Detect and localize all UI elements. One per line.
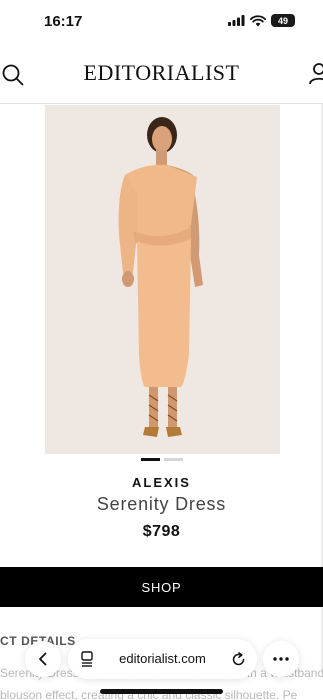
- product-name: Serenity Dress: [96, 494, 227, 514]
- shop-button[interactable]: SHOP: [0, 567, 323, 607]
- reload-icon: [232, 651, 244, 665]
- more-icon: [273, 657, 289, 661]
- back-button[interactable]: [25, 641, 61, 677]
- more-button[interactable]: [263, 641, 299, 677]
- dress-photo: [45, 105, 280, 454]
- status-icons: 49: [228, 14, 295, 27]
- account-button[interactable]: [307, 62, 323, 88]
- carousel-dot-2[interactable]: [163, 458, 183, 461]
- reload-button[interactable]: [227, 648, 249, 670]
- product-price: $798: [142, 523, 181, 540]
- signal-icon: [228, 15, 245, 26]
- status-bar: 16:17 49: [0, 0, 323, 44]
- tabs-icon: [81, 651, 93, 667]
- home-indicator: [100, 689, 223, 694]
- account-icon: [309, 63, 323, 85]
- tabs-button[interactable]: [76, 648, 98, 670]
- carousel-dots: [0, 458, 323, 461]
- browser-toolbar: editorialist.com: [0, 633, 323, 685]
- carousel-dot-1[interactable]: [140, 458, 160, 461]
- product-image[interactable]: [45, 105, 280, 454]
- address-bar[interactable]: editorialist.com: [68, 639, 257, 679]
- status-time: 16:17: [44, 13, 83, 30]
- site-header: EDITORIALIST: [0, 44, 323, 104]
- back-icon: [39, 652, 47, 666]
- wifi-icon: [250, 14, 266, 26]
- url-text[interactable]: editorialist.com: [102, 651, 223, 666]
- battery-icon: 49: [271, 14, 295, 27]
- product-brand[interactable]: ALEXIS: [0, 475, 323, 490]
- site-logo[interactable]: EDITORIALIST: [0, 60, 323, 86]
